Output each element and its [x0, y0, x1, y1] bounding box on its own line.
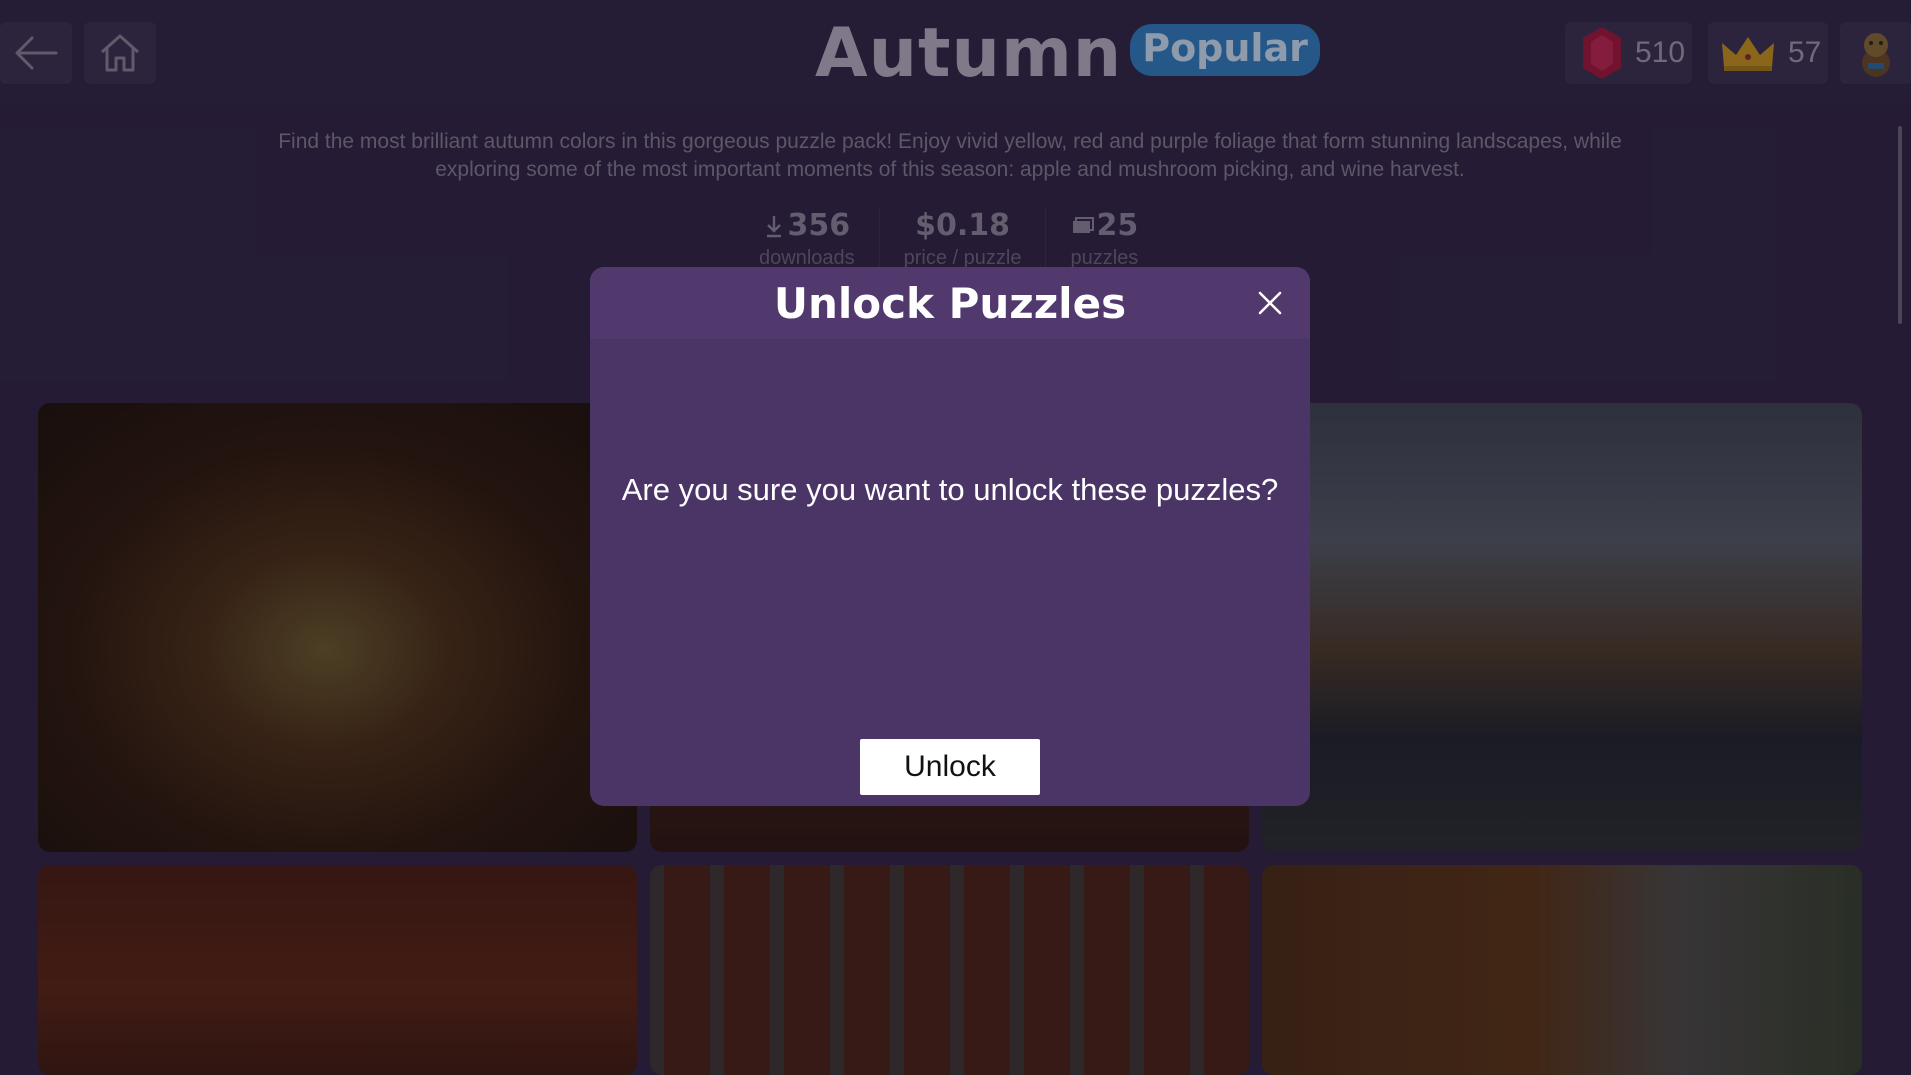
unlock-dialog: Unlock Puzzles Are you sure you want to …	[590, 267, 1310, 806]
close-icon	[1258, 291, 1282, 315]
close-button[interactable]	[1250, 283, 1290, 323]
dialog-title: Unlock Puzzles	[773, 279, 1127, 328]
app-window: Autumn Popular 510 57 Find the most bril…	[0, 0, 1911, 1075]
unlock-button[interactable]: Unlock	[860, 739, 1040, 795]
dialog-message: Are you sure you want to unlock these pu…	[621, 472, 1279, 507]
